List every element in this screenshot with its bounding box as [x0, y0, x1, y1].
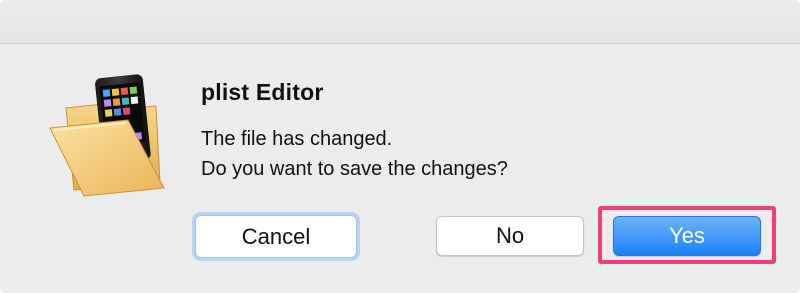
- folder-with-ipod-icon: [49, 74, 165, 197]
- cancel-button[interactable]: Cancel: [195, 215, 357, 258]
- dialog-titlebar[interactable]: [0, 0, 800, 44]
- dialog-title: plist Editor: [201, 79, 324, 105]
- message-line-1: The file has changed.: [201, 128, 393, 150]
- no-button[interactable]: No: [436, 216, 584, 256]
- dialog-message: The file has changed. Do you want to sav…: [201, 124, 508, 184]
- save-changes-dialog: plist Editor The file has changed. Do yo…: [0, 0, 800, 293]
- yes-button-highlight-outline: [598, 206, 776, 264]
- message-line-2: Do you want to save the changes?: [201, 158, 508, 180]
